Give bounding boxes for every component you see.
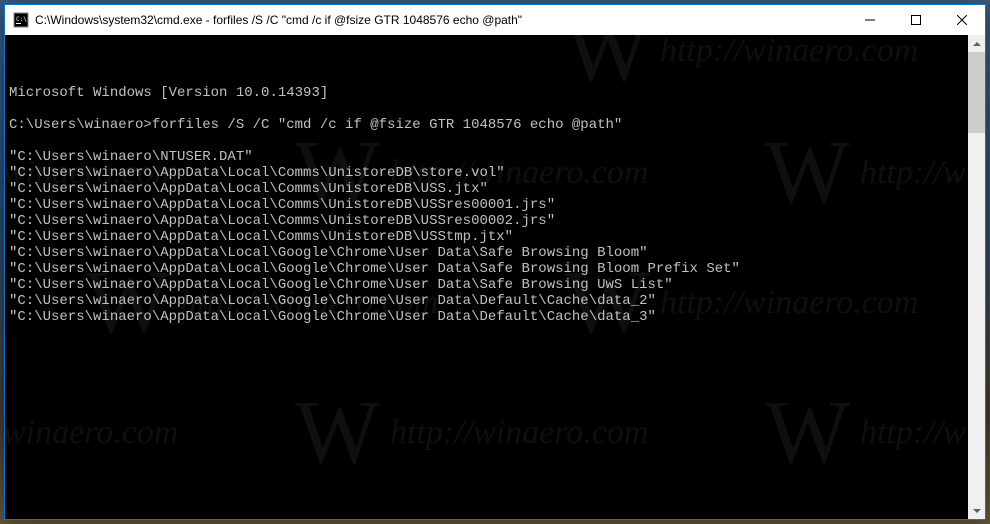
console-line: "C:\Users\winaero\AppData\Local\Google\C… <box>9 293 964 309</box>
console-line: Microsoft Windows [Version 10.0.14393] <box>9 85 964 101</box>
scroll-thumb[interactable] <box>968 52 985 133</box>
console-line: "C:\Users\winaero\AppData\Local\Google\C… <box>9 309 964 325</box>
titlebar[interactable]: C:\ C:\Windows\system32\cmd.exe - forfil… <box>5 5 985 35</box>
scroll-up-button[interactable] <box>968 35 985 52</box>
console-area: Whttp://winaero.com Whttp://winaero.com … <box>5 35 985 519</box>
console-output[interactable]: Whttp://winaero.com Whttp://winaero.com … <box>5 35 968 519</box>
close-button[interactable] <box>939 5 985 35</box>
minimize-button[interactable] <box>847 5 893 35</box>
cmd-icon: C:\ <box>13 12 29 28</box>
console-line: "C:\Users\winaero\AppData\Local\Comms\Un… <box>9 197 964 213</box>
console-line <box>9 133 964 149</box>
console-line <box>9 101 964 117</box>
console-line: "C:\Users\winaero\AppData\Local\Google\C… <box>9 277 964 293</box>
vertical-scrollbar[interactable] <box>968 35 985 519</box>
console-line: "C:\Users\winaero\AppData\Local\Comms\Un… <box>9 181 964 197</box>
scroll-track[interactable] <box>968 52 985 502</box>
console-line: C:\Users\winaero>forfiles /S /C "cmd /c … <box>9 117 964 133</box>
window-controls <box>847 5 985 35</box>
cmd-window: C:\ C:\Windows\system32\cmd.exe - forfil… <box>4 4 986 520</box>
console-line: "C:\Users\winaero\AppData\Local\Google\C… <box>9 261 964 277</box>
console-line: "C:\Users\winaero\AppData\Local\Comms\Un… <box>9 213 964 229</box>
console-line: "C:\Users\winaero\AppData\Local\Comms\Un… <box>9 229 964 245</box>
console-line: "C:\Users\winaero\NTUSER.DAT" <box>9 149 964 165</box>
console-line: "C:\Users\winaero\AppData\Local\Comms\Un… <box>9 165 964 181</box>
maximize-button[interactable] <box>893 5 939 35</box>
console-line: "C:\Users\winaero\AppData\Local\Google\C… <box>9 245 964 261</box>
svg-text:C:\: C:\ <box>16 16 27 23</box>
scroll-down-button[interactable] <box>968 502 985 519</box>
window-title: C:\Windows\system32\cmd.exe - forfiles /… <box>35 13 847 27</box>
